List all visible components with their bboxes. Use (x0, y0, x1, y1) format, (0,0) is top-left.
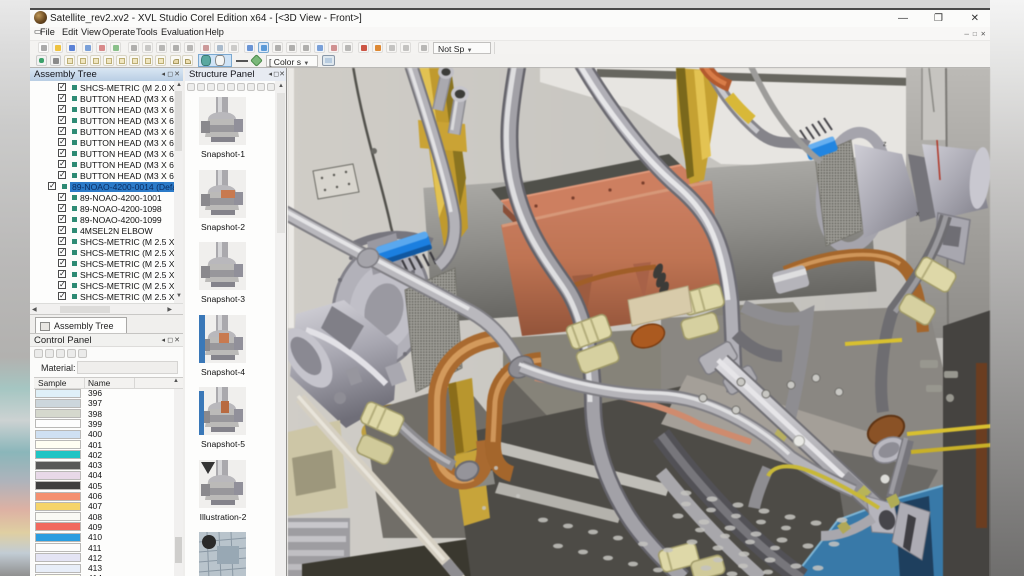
svg-text:x: x (916, 211, 920, 218)
svg-text:z: z (883, 141, 887, 148)
